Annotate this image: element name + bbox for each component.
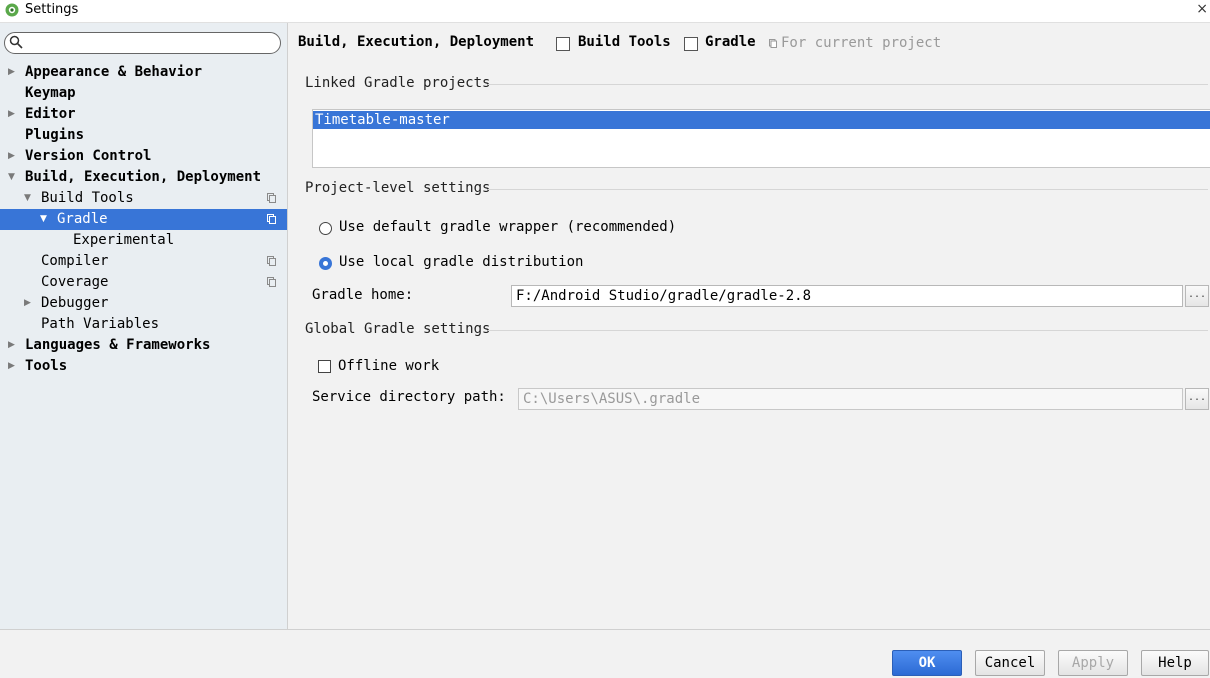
default-wrapper-radio[interactable] — [319, 222, 332, 235]
linked-project-item[interactable]: Timetable-master — [313, 111, 1210, 129]
cancel-button[interactable]: Cancel — [975, 650, 1045, 676]
tree-item-compiler[interactable]: Compiler — [0, 251, 287, 272]
gradle-home-browse-button[interactable]: ... — [1185, 285, 1209, 307]
section-divider — [488, 330, 1208, 331]
project-scope-icon — [267, 256, 276, 266]
default-wrapper-label[interactable]: Use default gradle wrapper (recommended) — [339, 219, 676, 235]
tree-item-build-execution-deployment[interactable]: ▼ Build, Execution, Deployment — [0, 167, 287, 188]
project-scope-icon — [267, 193, 276, 203]
tree-item-build-tools[interactable]: ▼ Build Tools — [0, 188, 287, 209]
tree-item-tools[interactable]: ▶ Tools — [0, 356, 287, 377]
tree-item-editor[interactable]: ▶ Editor — [0, 104, 287, 125]
gradle-home-input[interactable] — [511, 285, 1183, 307]
android-studio-icon — [5, 3, 19, 17]
for-current-project-note: For current project — [781, 35, 942, 51]
breadcrumb-separator-icon — [556, 37, 570, 51]
project-scope-icon — [267, 214, 276, 224]
tree-item-label: Build Tools — [41, 190, 134, 206]
window-titlebar: Settings × — [0, 0, 1210, 23]
expand-arrow-right-icon[interactable]: ▶ — [8, 62, 18, 83]
tree-item-label: Editor — [25, 106, 76, 122]
expand-arrow-right-icon[interactable]: ▶ — [24, 293, 34, 314]
settings-sidebar: ▶ Appearance & Behavior Keymap ▶ Editor Plugi… — [0, 23, 288, 629]
tree-item-languages-frameworks[interactable]: ▶ Languages & Frameworks — [0, 335, 287, 356]
search-icon — [9, 35, 23, 49]
tree-item-label: Experimental — [73, 232, 175, 248]
tree-item-debugger[interactable]: ▶ Debugger — [0, 293, 287, 314]
tree-item-gradle[interactable]: ▼ Gradle — [0, 209, 287, 230]
expand-arrow-right-icon[interactable]: ▶ — [8, 104, 18, 125]
expand-arrow-right-icon[interactable]: ▶ — [8, 335, 18, 356]
expand-arrow-down-icon[interactable]: ▼ — [24, 188, 34, 209]
service-directory-label: Service directory path: — [312, 389, 506, 405]
tree-item-label: Keymap — [25, 85, 76, 101]
linked-projects-title: Linked Gradle projects — [305, 75, 491, 91]
help-button[interactable]: Help — [1141, 650, 1209, 676]
linked-projects-list[interactable]: Timetable-master — [312, 109, 1210, 168]
search-box[interactable] — [4, 32, 281, 54]
tree-item-experimental[interactable]: Experimental — [0, 230, 287, 251]
project-level-settings-title: Project-level settings — [305, 180, 491, 196]
tree-item-path-variables[interactable]: Path Variables — [0, 314, 287, 335]
tree-item-label: Version Control — [25, 148, 152, 164]
gradle-settings-panel: Build, Execution, Deployment Build Tools… — [288, 23, 1210, 629]
offline-work-checkbox[interactable] — [318, 360, 331, 373]
local-distribution-label[interactable]: Use local gradle distribution — [339, 254, 583, 270]
tree-item-label: Appearance & Behavior — [25, 64, 203, 80]
tree-item-coverage[interactable]: Coverage — [0, 272, 287, 293]
apply-button[interactable]: Apply — [1058, 650, 1128, 676]
service-directory-input[interactable] — [518, 388, 1183, 410]
breadcrumb-item-gradle[interactable]: Gradle — [705, 34, 756, 50]
tree-item-label: Gradle — [57, 211, 108, 227]
dialog-footer: OK Cancel Apply Help — [0, 629, 1210, 678]
close-icon[interactable]: × — [1196, 1, 1208, 17]
tree-item-appearance-behavior[interactable]: ▶ Appearance & Behavior — [0, 62, 287, 83]
tree-item-label: Tools — [25, 358, 68, 374]
section-divider — [488, 84, 1208, 85]
tree-item-label: Compiler — [41, 253, 109, 269]
global-gradle-settings-title: Global Gradle settings — [305, 321, 491, 337]
breadcrumb-item-build-execution-deployment[interactable]: Build, Execution, Deployment — [298, 34, 534, 50]
search-input[interactable] — [27, 34, 276, 52]
tree-item-keymap[interactable]: Keymap — [0, 83, 287, 104]
tree-item-version-control[interactable]: ▶ Version Control — [0, 146, 287, 167]
expand-arrow-right-icon[interactable]: ▶ — [8, 146, 18, 167]
expand-arrow-right-icon[interactable]: ▶ — [8, 356, 18, 377]
expand-arrow-down-icon[interactable]: ▼ — [8, 167, 18, 188]
project-scope-icon — [769, 39, 777, 48]
breadcrumb-separator-icon — [684, 37, 698, 51]
local-distribution-radio[interactable] — [319, 257, 332, 270]
tree-item-label: Plugins — [25, 127, 85, 143]
offline-work-label[interactable]: Offline work — [338, 358, 439, 374]
project-scope-icon — [267, 277, 276, 287]
section-divider — [488, 189, 1208, 190]
service-directory-browse-button[interactable]: ... — [1185, 388, 1209, 410]
gradle-home-label: Gradle home: — [312, 287, 414, 303]
tree-item-label: Debugger — [41, 295, 109, 311]
window-title: Settings — [25, 2, 79, 17]
breadcrumb-item-build-tools[interactable]: Build Tools — [578, 34, 671, 50]
expand-arrow-down-icon[interactable]: ▼ — [40, 209, 50, 230]
tree-item-label: Build, Execution, Deployment — [25, 169, 262, 185]
ok-button[interactable]: OK — [892, 650, 962, 676]
tree-item-label: Languages & Frameworks — [25, 337, 211, 353]
tree-item-plugins[interactable]: Plugins — [0, 125, 287, 146]
tree-item-label: Coverage — [41, 274, 109, 290]
tree-item-label: Path Variables — [41, 316, 160, 332]
